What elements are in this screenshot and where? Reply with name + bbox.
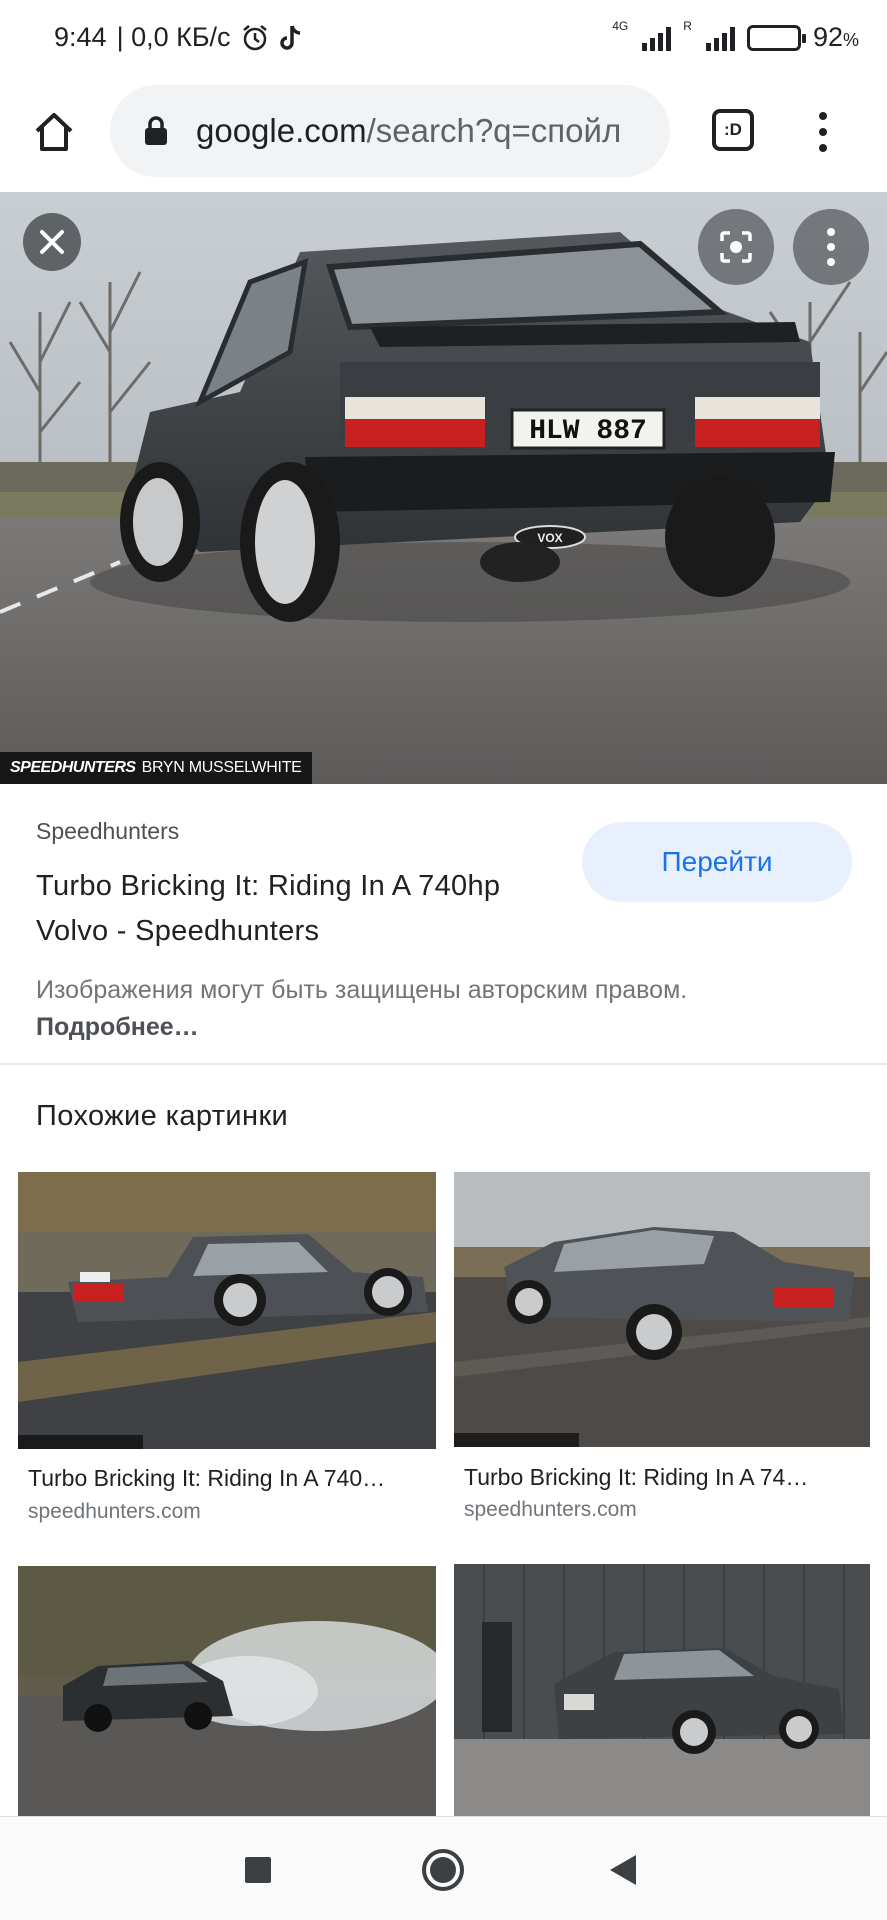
result-info: Speedhunters Turbo Bricking It: Riding I… <box>0 784 887 1064</box>
exhaust-badge-text: VOX <box>537 531 562 545</box>
url-text: google.com/search?q=спойл <box>196 112 621 150</box>
result-source[interactable]: Speedhunters <box>36 818 179 845</box>
status-left: 9:44 | 0,0 КБ/с <box>54 22 305 53</box>
copyright-notice: Изображения могут быть защищены авторски… <box>36 972 816 1046</box>
similar-thumbnail <box>18 1566 436 1816</box>
similar-card-title: Turbo Bricking It: Riding In A 74… <box>464 1464 809 1490</box>
car-photo: HLW 887 VOX <box>0 192 887 784</box>
similar-card[interactable]: Turbo Bricking It: Riding In A 740… spee… <box>18 1172 436 1527</box>
similar-card-site: speedhunters.com <box>464 1498 637 1521</box>
status-bar: 9:44 | 0,0 КБ/с 4G R 92% <box>0 0 887 78</box>
lens-button[interactable] <box>698 209 774 285</box>
similar-thumbnail <box>454 1172 870 1447</box>
photo-credit: SPEEDHUNTERS BRYN MUSSELWHITE <box>0 752 312 784</box>
notice-learn-more-link[interactable]: Подробнее… <box>36 1013 199 1041</box>
close-preview-button[interactable] <box>23 213 81 271</box>
system-home-button[interactable] <box>422 1849 464 1891</box>
thumbnail-credit <box>454 1433 579 1447</box>
tab-switcher-button[interactable]: :D <box>712 109 754 151</box>
system-navigation-bar <box>0 1816 887 1920</box>
browser-toolbar: google.com/search?q=спойл :D <box>0 78 887 192</box>
similar-card[interactable]: Turbo Bricking It: Riding In A 74… speed… <box>454 1172 870 1527</box>
tiktok-icon <box>279 24 300 50</box>
preview-image[interactable]: HLW 887 VOX SPEEDHUNTERS BRYN MUSSELWHIT… <box>0 192 887 784</box>
roaming-indicator: R <box>683 18 692 33</box>
credit-brand: SPEEDHUNTERS <box>10 759 136 776</box>
similar-thumbnail <box>454 1564 870 1816</box>
home-button[interactable] <box>28 106 80 158</box>
thumbnail-credit <box>18 1435 143 1449</box>
recent-apps-button[interactable] <box>245 1857 271 1883</box>
similar-card-site: speedhunters.com <box>28 1500 201 1523</box>
close-icon <box>40 230 64 254</box>
lock-icon <box>145 116 167 145</box>
lens-icon <box>720 231 752 263</box>
similar-card[interactable] <box>454 1564 870 1816</box>
clock: 9:44 <box>54 22 107 52</box>
network-speed: | 0,0 КБ/с <box>116 22 231 52</box>
home-icon <box>35 113 73 151</box>
battery-unit: % <box>842 30 859 50</box>
image-more-button[interactable] <box>793 209 869 285</box>
alarm-icon <box>242 24 267 50</box>
result-title[interactable]: Turbo Bricking It: Riding In A 740hp Vol… <box>36 864 556 954</box>
signal-icon-2 <box>705 25 735 51</box>
similar-thumbnail <box>18 1172 436 1449</box>
url-path: /search?q=спойл <box>366 112 622 149</box>
notice-text: Изображения могут быть защищены авторски… <box>36 976 688 1004</box>
battery-icon <box>746 24 806 51</box>
network-type: 4G <box>612 18 629 33</box>
overflow-menu-button[interactable] <box>808 106 838 158</box>
similar-card[interactable] <box>18 1566 436 1816</box>
credit-author: BRYN MUSSELWHITE <box>141 759 302 776</box>
system-back-button[interactable] <box>610 1855 636 1885</box>
similar-heading: Похожие картинки <box>36 1100 289 1132</box>
battery-percent: 92% <box>813 22 859 53</box>
license-plate-text: HLW 887 <box>529 416 647 447</box>
signal-icon <box>642 25 672 51</box>
section-divider <box>0 1063 887 1065</box>
similar-card-title: Turbo Bricking It: Riding In A 740… <box>28 1465 386 1491</box>
address-bar[interactable]: google.com/search?q=спойл <box>110 85 670 177</box>
battery-value: 92 <box>812 22 843 52</box>
status-right: 4G R 92% <box>612 18 859 53</box>
url-host: google.com <box>196 112 367 149</box>
visit-button[interactable]: Перейти <box>582 822 852 902</box>
